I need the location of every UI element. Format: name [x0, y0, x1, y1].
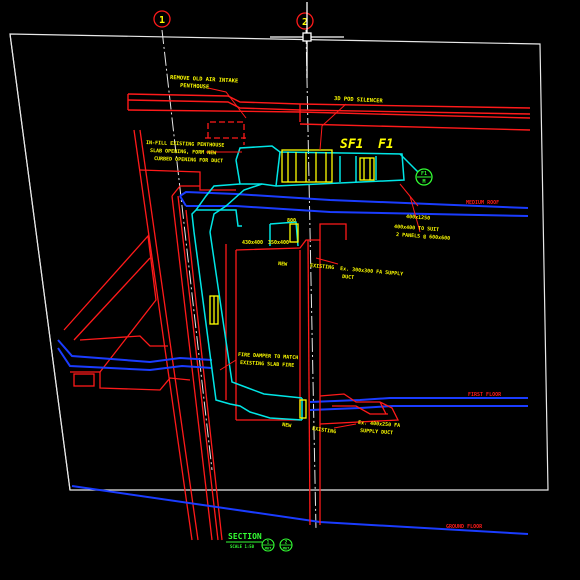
note-infill-line2: SLAB OPENING, FORM NEW [150, 148, 217, 156]
note-existing: EXISTING [310, 263, 335, 271]
note-new-2: NEW [282, 422, 293, 429]
note-access-line2: 2 PANELS @ 600x600 [396, 232, 450, 242]
note-new-1: NEW [278, 261, 289, 268]
label-sf1: SF1 [340, 137, 363, 152]
note-dim-350x400: 350x400 [268, 240, 289, 246]
grid-marker-1: 1 [153, 10, 171, 28]
note-silencer-tag: 800 [287, 218, 296, 224]
section-title-block: SECTION SCALE 1:50 1 M07 2 M07 [226, 532, 293, 552]
grid-marker-2: 2 [296, 12, 314, 30]
cad-drawing-canvas[interactable]: 1 2 F1 M REMOVE OLD AIR INTAKE PENTHOUSE… [0, 0, 580, 580]
level-ground-floor: GROUND FLOOR [446, 524, 483, 530]
section-ref-b-top: 2 [285, 540, 288, 546]
note-ex-supply-lower-line2: SUPPLY DUCT [360, 428, 393, 436]
note-ex-supply-upper-line2: DUCT [342, 274, 355, 281]
note-infill-line3: CURBED OPENING FOR DUCT [154, 156, 223, 164]
level-first-floor: FIRST FLOOR [468, 392, 502, 398]
section-scale: SCALE 1:50 [230, 544, 255, 549]
equipment-tag-top: F1 [421, 171, 427, 177]
note-dim-400x1250: 400x1250 [406, 214, 430, 222]
first-floor-slab [57, 339, 528, 411]
roof-parapet [127, 93, 531, 131]
grid-label-1: 1 [159, 15, 165, 26]
note-silencer: 3D POD SILENCER [334, 96, 384, 105]
section-title: SECTION [228, 532, 262, 541]
level-roof: MEDIUM ROOF [466, 200, 499, 206]
label-f1: F1 [378, 137, 394, 152]
equipment-tag-bottom: M [422, 179, 425, 185]
note-dim-430x400: 430x400 [242, 240, 263, 246]
note-fire-damper-line2: EXISTING SLAB FIRE [240, 360, 294, 369]
level-labels: MEDIUM ROOF FIRST FLOOR GROUND FLOOR [446, 200, 502, 530]
equipment-tag-f1: F1 M [415, 168, 433, 186]
section-ref-a-bottom: M07 [265, 547, 272, 551]
section-ref-a-top: 1 [267, 540, 270, 546]
section-ref-b-bottom: M07 [283, 547, 290, 551]
note-remove-intake-line2: PENTHOUSE [180, 83, 209, 91]
grid-lines [161, 29, 317, 531]
note-existing-2: EXISTING [312, 426, 337, 435]
